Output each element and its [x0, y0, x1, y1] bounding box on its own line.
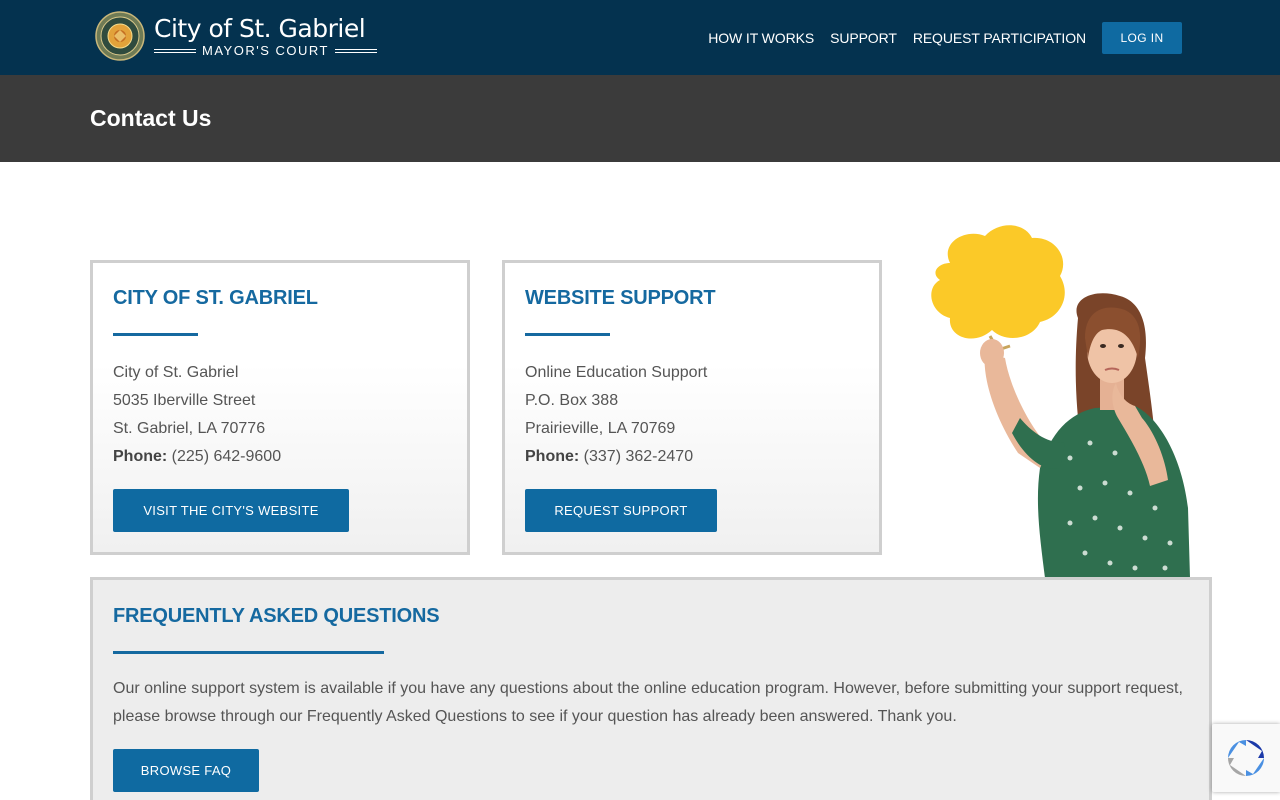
support-phone-row: Phone: (337) 362-2470 — [525, 443, 707, 471]
support-card-heading: WEBSITE SUPPORT — [525, 287, 716, 309]
support-phone: (337) 362-2470 — [583, 448, 694, 465]
city-card-divider — [113, 333, 198, 336]
main-nav: HOW IT WORKS SUPPORT REQUEST PARTICIPATI… — [692, 22, 1182, 54]
city-street: 5035 Iberville Street — [113, 392, 256, 409]
speech-bubble-icon — [931, 225, 1065, 339]
recaptcha-badge[interactable] — [1212, 724, 1280, 792]
city-phone: (225) 642-9600 — [171, 448, 282, 465]
site-header: City of St. Gabriel MAYOR'S COURT HOW IT… — [0, 0, 1280, 75]
visit-city-website-button[interactable]: VISIT THE CITY'S WEBSITE — [113, 489, 349, 532]
nav-support[interactable]: SUPPORT — [830, 30, 897, 46]
city-contact-card: CITY OF ST. GABRIEL City of St. Gabriel … — [90, 260, 470, 555]
support-city-state: Prairieville, LA 70769 — [525, 420, 676, 437]
thinking-woman-illustration — [931, 225, 1190, 578]
city-city-state: St. Gabriel, LA 70776 — [113, 420, 266, 437]
browse-faq-button[interactable]: BROWSE FAQ — [113, 749, 259, 792]
request-support-button[interactable]: REQUEST SUPPORT — [525, 489, 717, 532]
recaptcha-icon — [1228, 740, 1264, 776]
website-support-card: WEBSITE SUPPORT Online Education Support… — [502, 260, 882, 555]
city-name: City of St. Gabriel — [113, 364, 239, 381]
site-logo[interactable]: City of St. Gabriel MAYOR'S COURT — [95, 11, 377, 61]
nav-how-it-works[interactable]: HOW IT WORKS — [708, 30, 814, 46]
nav-request-participation[interactable]: REQUEST PARTICIPATION — [913, 30, 1086, 46]
faq-divider — [113, 651, 384, 654]
city-card-heading: CITY OF ST. GABRIEL — [113, 287, 318, 309]
support-card-divider — [525, 333, 610, 336]
login-button[interactable]: LOG IN — [1102, 22, 1182, 54]
support-name: Online Education Support — [525, 364, 708, 381]
title-band: Contact Us — [0, 75, 1280, 162]
support-street: P.O. Box 388 — [525, 392, 619, 409]
page-title: Contact Us — [90, 105, 212, 131]
logo-subtitle: MAYOR'S COURT — [202, 42, 329, 58]
support-phone-label: Phone: — [525, 448, 580, 465]
city-phone-label: Phone: — [113, 448, 168, 465]
faq-heading: FREQUENTLY ASKED QUESTIONS — [113, 605, 440, 627]
faq-section: FREQUENTLY ASKED QUESTIONS Our online su… — [90, 577, 1212, 800]
logo-rule-right — [334, 48, 377, 53]
faq-text: Our online support system is available i… — [113, 680, 1183, 725]
logo-rule-left — [154, 48, 196, 53]
city-seal-icon — [95, 11, 145, 61]
logo-title: City of St. Gabriel — [154, 13, 366, 43]
city-phone-row: Phone: (225) 642-9600 — [113, 443, 281, 471]
